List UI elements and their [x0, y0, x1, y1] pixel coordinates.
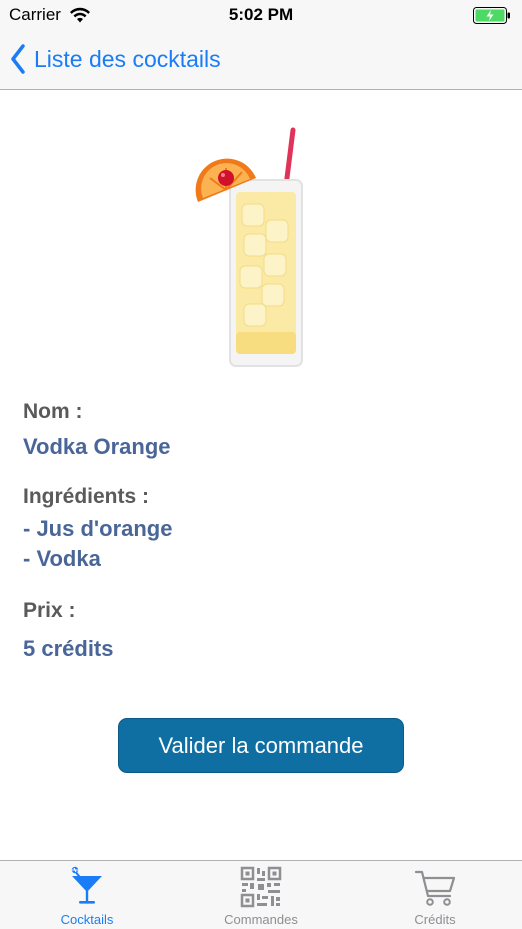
ingredients-label: Ingrédients : [23, 485, 150, 508]
ingredient-item: - Vodka [23, 546, 101, 571]
tab-credits-label: Crédits [414, 912, 456, 927]
tab-cocktails-label: Cocktails [60, 912, 114, 927]
name-value-section: Vodka Orange [23, 432, 171, 462]
back-button[interactable]: Liste des cocktails [10, 43, 221, 75]
tab-commandes[interactable]: Commandes [174, 861, 348, 929]
cocktail-image [195, 127, 303, 367]
tab-bar: Cocktails Commandes Crédits [0, 860, 522, 929]
tab-cocktails[interactable]: Cocktails [0, 861, 174, 929]
name-label: Nom : [23, 400, 83, 423]
validate-order-button[interactable]: Valider la commande [118, 718, 404, 773]
qr-code-icon [240, 866, 282, 908]
tab-credits[interactable]: Crédits [348, 861, 522, 929]
ingredients-list: - Jus d'orange - Vodka [23, 514, 172, 574]
status-bar: Carrier 5:02 PM [0, 0, 522, 30]
tab-commandes-label: Commandes [224, 912, 298, 927]
cart-icon [414, 870, 456, 906]
battery-icon [473, 7, 510, 24]
chevron-left-icon [11, 44, 25, 74]
back-button-label: Liste des cocktails [34, 45, 221, 72]
ingredients-section: Ingrédients : [23, 485, 149, 509]
status-time: 5:02 PM [228, 5, 294, 24]
ingredient-item: - Jus d'orange [23, 516, 173, 541]
name-section: Nom : [23, 400, 83, 424]
price-value-section: 5 crédits [23, 634, 114, 664]
price-section: Prix : [23, 599, 76, 623]
cocktail-name: Vodka Orange [23, 434, 171, 459]
cocktail-icon [71, 866, 102, 904]
price-label: Prix : [23, 599, 76, 622]
cocktail-detail-screen: Carrier 5:02 PM Liste des cocktails Nom … [0, 0, 522, 929]
navigation-bar: Liste des cocktails [0, 30, 522, 90]
cocktail-price: 5 crédits [23, 636, 114, 661]
